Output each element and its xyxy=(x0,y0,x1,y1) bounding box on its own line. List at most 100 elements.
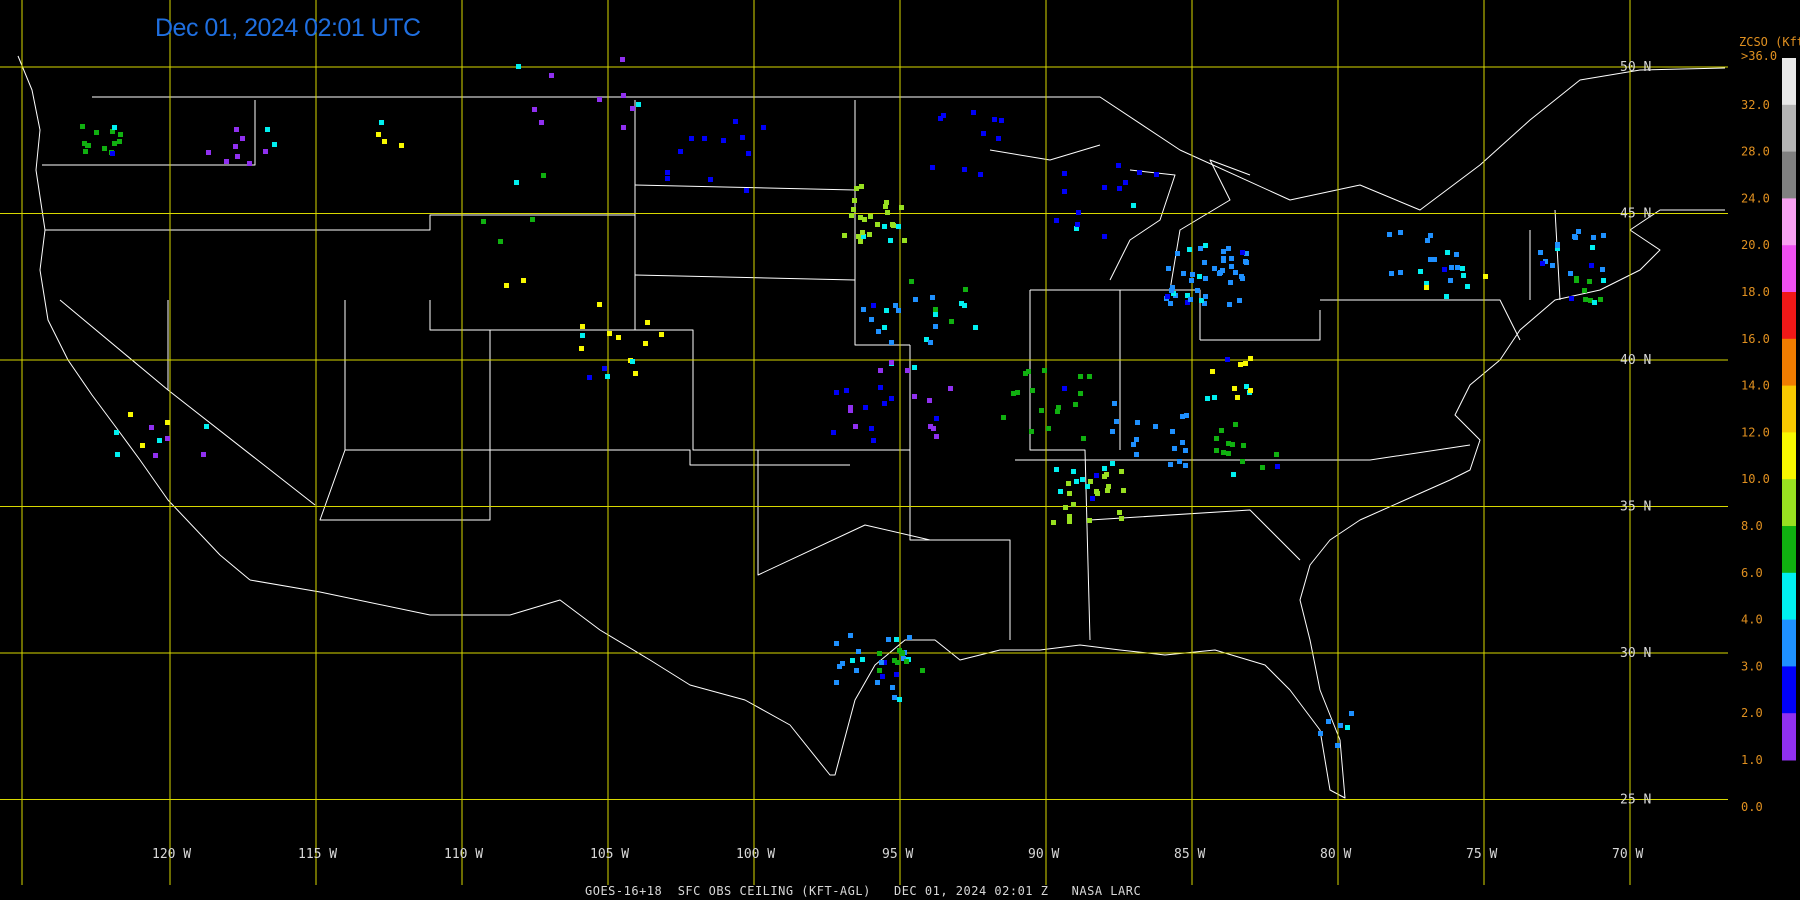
station-marker xyxy=(978,172,983,177)
lat-label: 45 N xyxy=(1620,207,1651,222)
legend-label: 10.0 xyxy=(1741,472,1770,486)
station-marker xyxy=(153,453,158,458)
station-marker xyxy=(1190,272,1195,277)
station-marker xyxy=(1235,395,1240,400)
station-marker xyxy=(928,340,933,345)
station-marker xyxy=(1398,230,1403,235)
station-marker xyxy=(860,230,865,235)
station-marker xyxy=(1226,451,1231,456)
legend-swatch xyxy=(1782,432,1796,480)
station-marker xyxy=(1226,441,1231,446)
station-marker xyxy=(1202,260,1207,265)
station-marker xyxy=(973,325,978,330)
station-marker xyxy=(1576,229,1581,234)
station-marker xyxy=(1442,267,1447,272)
lon-label: 115 W xyxy=(298,847,337,862)
legend-swatch xyxy=(1782,338,1796,387)
legend-label: 1.0 xyxy=(1741,753,1763,767)
station-marker xyxy=(1240,250,1245,255)
station-marker xyxy=(1428,257,1433,262)
station-marker xyxy=(607,331,612,336)
station-marker xyxy=(1177,459,1182,464)
station-marker xyxy=(934,416,939,421)
station-marker xyxy=(1445,250,1450,255)
legend-swatch xyxy=(1782,666,1796,714)
station-marker xyxy=(1448,278,1453,283)
station-marker xyxy=(1398,270,1403,275)
station-marker xyxy=(834,390,839,395)
station-marker xyxy=(579,346,584,351)
station-marker xyxy=(868,214,873,219)
station-marker xyxy=(1067,519,1072,524)
station-marker xyxy=(867,232,872,237)
station-marker xyxy=(1153,424,1158,429)
station-marker xyxy=(1154,172,1159,177)
legend-label: 16.0 xyxy=(1741,332,1770,346)
station-marker xyxy=(893,303,898,308)
station-marker xyxy=(1221,249,1226,254)
station-marker xyxy=(963,287,968,292)
station-marker xyxy=(834,641,839,646)
station-marker xyxy=(889,396,894,401)
lon-label: 120 W xyxy=(152,847,191,862)
station-marker xyxy=(1131,442,1136,447)
legend-label: 32.0 xyxy=(1741,98,1770,112)
station-marker xyxy=(204,424,209,429)
station-marker xyxy=(1483,274,1488,279)
station-marker xyxy=(962,303,967,308)
station-marker xyxy=(1582,288,1587,293)
station-marker xyxy=(1203,294,1208,299)
station-marker xyxy=(165,420,170,425)
footer-caption: GOES-16+18 SFC OBS CEILING (KFT-AGL) DEC… xyxy=(585,884,1142,898)
station-marker xyxy=(94,130,99,135)
station-marker xyxy=(1214,448,1219,453)
station-marker xyxy=(157,438,162,443)
station-marker xyxy=(1078,391,1083,396)
station-marker xyxy=(1067,491,1072,496)
station-marker xyxy=(1063,505,1068,510)
station-marker xyxy=(234,127,239,132)
station-marker xyxy=(630,359,635,364)
station-marker xyxy=(399,143,404,148)
station-marker xyxy=(1455,265,1460,270)
station-marker xyxy=(1592,300,1597,305)
station-marker xyxy=(899,205,904,210)
station-marker xyxy=(1119,469,1124,474)
station-marker xyxy=(1102,474,1107,479)
station-marker xyxy=(1039,408,1044,413)
station-marker xyxy=(896,224,901,229)
station-marker xyxy=(878,385,883,390)
station-marker xyxy=(1121,488,1126,493)
station-marker xyxy=(263,149,268,154)
station-marker xyxy=(1170,429,1175,434)
station-marker xyxy=(1569,296,1574,301)
station-marker xyxy=(1428,233,1433,238)
station-marker xyxy=(1538,250,1543,255)
station-marker xyxy=(602,366,607,371)
station-marker xyxy=(859,184,864,189)
station-marker xyxy=(206,150,211,155)
station-marker xyxy=(1389,271,1394,276)
station-marker xyxy=(889,340,894,345)
station-marker xyxy=(80,124,85,129)
station-marker xyxy=(930,295,935,300)
legend-title: ZCSO (Kft) xyxy=(1739,35,1800,49)
station-marker xyxy=(878,368,883,373)
station-marker xyxy=(1221,450,1226,455)
station-marker xyxy=(1011,391,1016,396)
station-marker xyxy=(1123,180,1128,185)
station-marker xyxy=(1275,464,1280,469)
station-marker xyxy=(1589,263,1594,268)
station-marker xyxy=(549,73,554,78)
station-marker xyxy=(842,233,847,238)
station-marker xyxy=(1085,484,1090,489)
station-marker xyxy=(1066,481,1071,486)
station-marker xyxy=(621,125,626,130)
station-marker xyxy=(117,139,122,144)
station-marker xyxy=(1226,246,1231,251)
legend-label: 28.0 xyxy=(1741,145,1770,159)
station-marker xyxy=(1444,294,1449,299)
station-marker xyxy=(1210,369,1215,374)
station-marker xyxy=(633,371,638,376)
station-marker xyxy=(909,279,914,284)
